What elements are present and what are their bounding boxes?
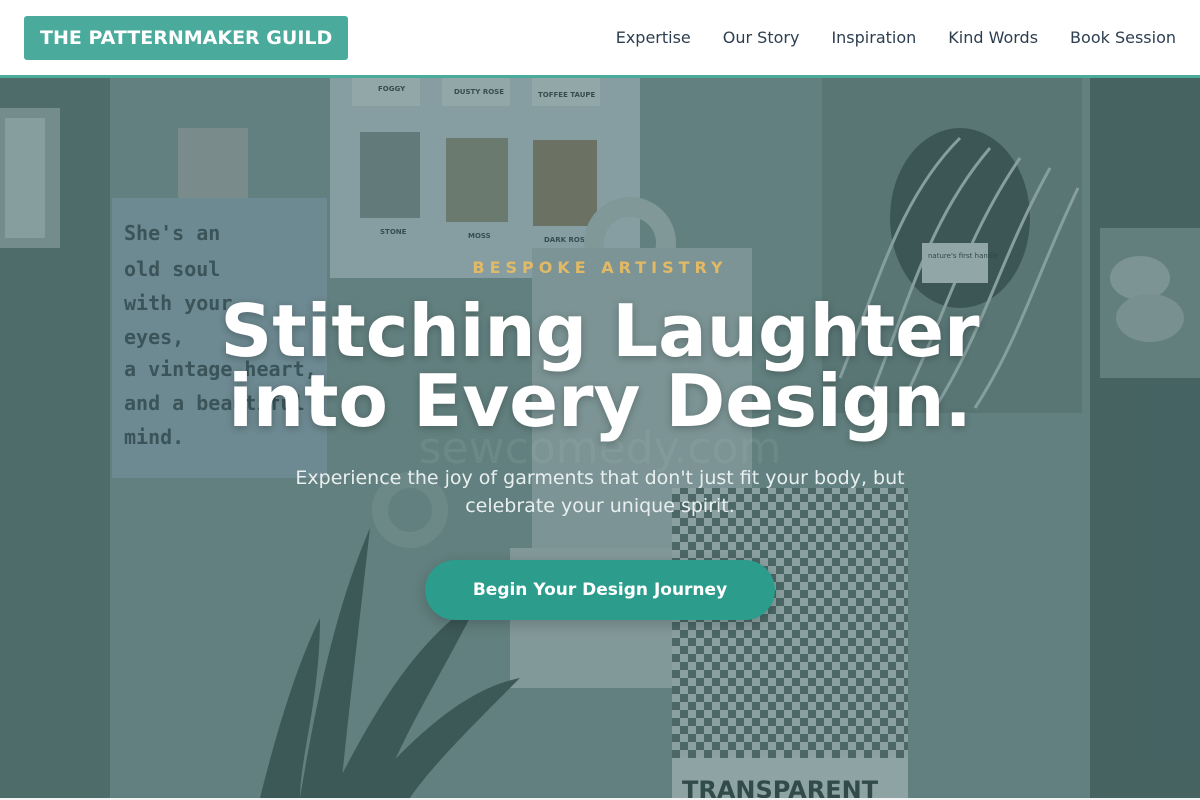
nav-link-inspiration[interactable]: Inspiration: [831, 28, 916, 47]
nav-link-book-session[interactable]: Book Session: [1070, 28, 1176, 47]
hero-subhead-line-1: Experience the joy of garments that don'…: [295, 467, 905, 489]
main-nav: Expertise Our Story Inspiration Kind Wor…: [616, 0, 1176, 75]
brand-logo[interactable]: THE PATTERNMAKER GUILD: [24, 16, 349, 60]
nav-link-kind-words[interactable]: Kind Words: [948, 28, 1038, 47]
nav-link-our-story[interactable]: Our Story: [723, 28, 800, 47]
hero-headline: Stitching Laughter into Every Design.: [100, 295, 1100, 437]
nav-link-expertise[interactable]: Expertise: [616, 28, 691, 47]
hero-eyebrow: BESPOKE ARTISTRY: [472, 258, 728, 277]
hero-subhead: Experience the joy of garments that don'…: [260, 464, 940, 520]
site-header: THE PATTERNMAKER GUILD Expertise Our Sto…: [0, 0, 1200, 78]
hero-section: She's an old soul with your eyes, a vint…: [0, 78, 1200, 798]
hero-content: BESPOKE ARTISTRY Stitching Laughter into…: [0, 78, 1200, 798]
hero-subhead-line-2: celebrate your unique spirit.: [465, 495, 735, 517]
begin-design-journey-button[interactable]: Begin Your Design Journey: [425, 560, 775, 620]
hero-headline-line-2: into Every Design.: [228, 359, 972, 443]
